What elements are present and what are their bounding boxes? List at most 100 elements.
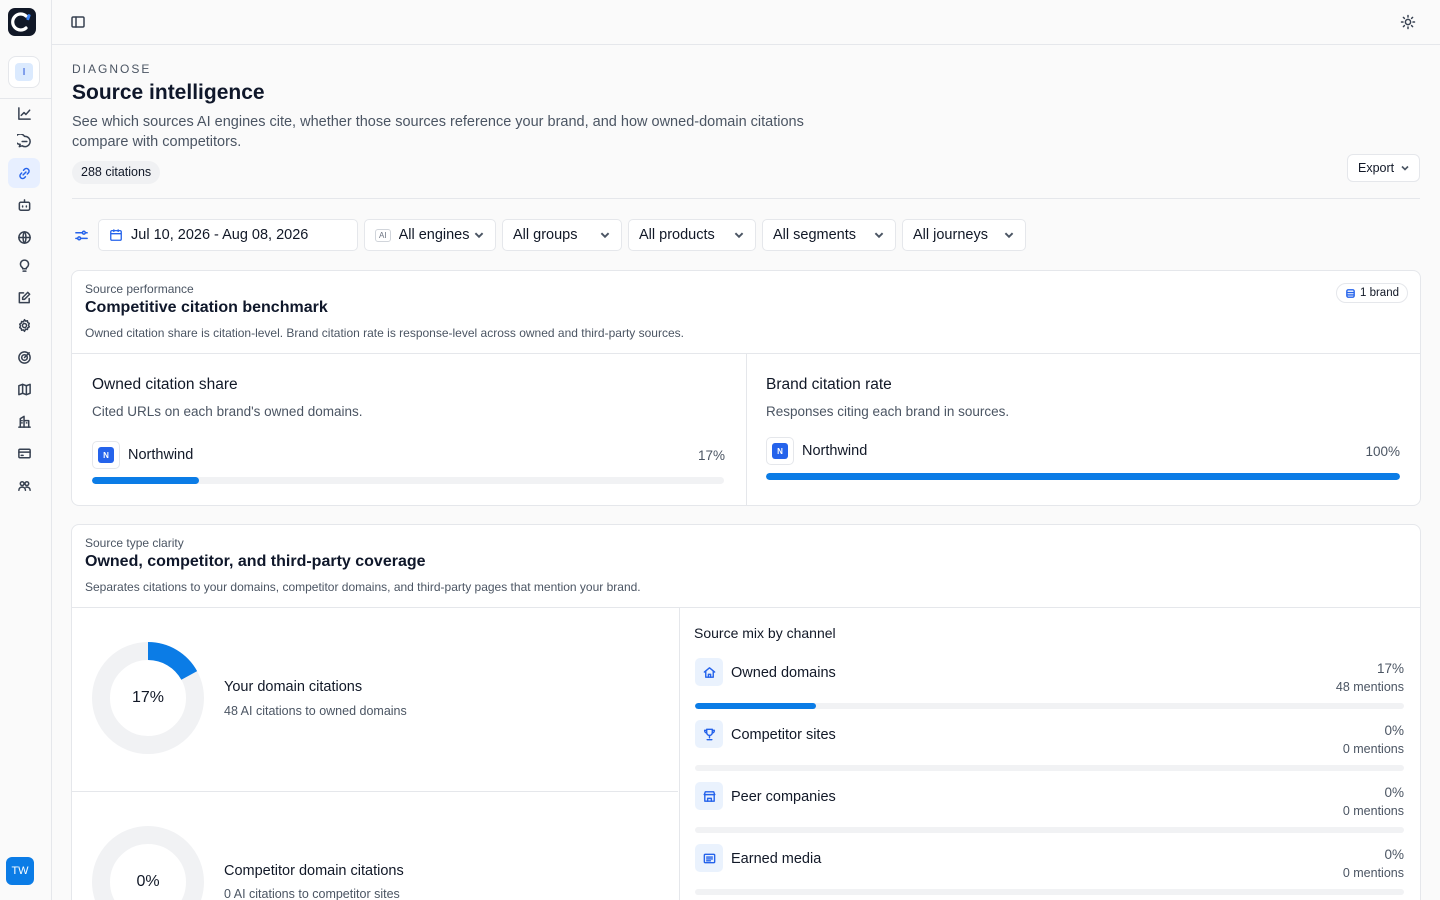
- owned-share-bar: [92, 477, 724, 484]
- chevron-down-icon: [1401, 165, 1409, 171]
- brand-initial: N: [98, 447, 114, 463]
- page-eyebrow: DIAGNOSE: [72, 62, 152, 76]
- page-title: Source intelligence: [72, 81, 265, 104]
- brand-count-label: 1 brand: [1359, 287, 1399, 299]
- newspaper-icon: [695, 844, 723, 872]
- mix-channel-pct: 0%: [1384, 785, 1404, 800]
- citation-rate-bar-fill: [766, 473, 1400, 480]
- page-description: See which sources AI engines cite, wheth…: [72, 114, 804, 150]
- top-bar: [52, 0, 1440, 45]
- coverage-description: Separates citations to your domains, com…: [85, 580, 641, 594]
- owned-share-bar-fill: [92, 477, 200, 484]
- chevron-down-icon: [474, 232, 484, 239]
- globe-icon[interactable]: [8, 222, 40, 252]
- owned-share-title: Owned citation share: [92, 376, 238, 393]
- app-logo[interactable]: [8, 8, 36, 36]
- date-range-value: Jul 10, 2026 - Aug 08, 2026: [131, 227, 309, 243]
- mix-channel-name: Earned media: [731, 851, 822, 867]
- products-select[interactable]: All products: [628, 219, 756, 251]
- segments-select[interactable]: All segments: [762, 219, 896, 251]
- date-range-picker[interactable]: Jul 10, 2026 - Aug 08, 2026: [98, 219, 358, 251]
- target-icon[interactable]: [8, 342, 40, 372]
- products-value: All products: [639, 227, 715, 243]
- brand-logo: N: [766, 437, 794, 465]
- mix-channel-bar: [695, 703, 1404, 709]
- citation-rate-bar: [766, 473, 1400, 480]
- ai-engine-icon: AI: [375, 228, 391, 242]
- link-icon[interactable]: [8, 158, 40, 188]
- citations-count-badge: 288 citations: [72, 161, 161, 184]
- mix-channel-bar-fill: [695, 703, 816, 709]
- mix-channel-count: 48 mentions: [1335, 680, 1404, 694]
- donut-title: Your domain citations: [224, 679, 363, 695]
- donut-subtitle: 48 AI citations to owned domains: [224, 704, 407, 718]
- users-icon[interactable]: [8, 470, 40, 500]
- workspace-switcher[interactable]: I: [8, 56, 40, 88]
- theme-toggle-icon[interactable]: [1400, 14, 1416, 30]
- mix-channel-count: 0 mentions: [1342, 804, 1404, 818]
- card-divider: [72, 607, 1420, 608]
- segments-value: All segments: [773, 227, 857, 243]
- brand-name: Northwind: [128, 447, 194, 463]
- donut-subtitle: 0 AI citations to competitor sites: [224, 887, 400, 900]
- building-icon[interactable]: [8, 406, 40, 436]
- citation-rate-value: 100%: [1365, 444, 1400, 459]
- citation-rate-subtitle: Responses citing each brand in sources.: [766, 404, 1010, 419]
- benchmark-title: Competitive citation benchmark: [85, 299, 328, 316]
- export-button[interactable]: Export: [1347, 154, 1420, 182]
- donut-value: 0%: [136, 873, 160, 890]
- edit-icon[interactable]: [8, 282, 40, 312]
- journeys-select[interactable]: All journeys: [902, 219, 1026, 251]
- calendar-icon: [110, 229, 122, 241]
- export-label: Export: [1358, 161, 1395, 175]
- column-divider: [746, 353, 747, 505]
- mix-channel-pct: 0%: [1384, 847, 1404, 862]
- lightbulb-icon[interactable]: [8, 250, 40, 280]
- groups-value: All groups: [513, 227, 578, 243]
- trophy-icon: [695, 720, 723, 748]
- chat-icon[interactable]: [8, 126, 40, 156]
- gear-icon[interactable]: [8, 310, 40, 340]
- mix-channel-pct: 0%: [1384, 723, 1404, 738]
- mix-channel-name: Competitor sites: [731, 727, 836, 743]
- column-divider: [679, 607, 680, 900]
- chevron-down-icon: [1004, 232, 1014, 239]
- card-icon[interactable]: [8, 438, 40, 468]
- home-icon: [695, 658, 723, 686]
- chevron-down-icon: [874, 232, 884, 239]
- coverage-eyebrow: Source type clarity: [85, 536, 184, 550]
- benchmark-card: Source performance Competitive citation …: [71, 270, 1421, 506]
- donut-value: 17%: [131, 689, 165, 706]
- brand-logo: N: [92, 441, 120, 469]
- mix-channel-count: 0 mentions: [1342, 742, 1404, 756]
- user-avatar[interactable]: TW: [6, 857, 34, 885]
- chevron-down-icon: [734, 232, 744, 239]
- brand-name: Northwind: [802, 443, 868, 459]
- mix-channel-name: Owned domains: [731, 665, 836, 681]
- map-icon[interactable]: [8, 374, 40, 404]
- mix-channel-bar: [695, 827, 1404, 833]
- robot-icon[interactable]: [8, 190, 40, 220]
- brand-count-badge[interactable]: 1 brand: [1335, 283, 1408, 303]
- mix-channel-name: Peer companies: [731, 789, 836, 805]
- mix-channel-bar: [695, 765, 1404, 771]
- owned-share-subtitle: Cited URLs on each brand's owned domains…: [92, 404, 363, 419]
- donut-title: Competitor domain citations: [224, 863, 404, 879]
- source-mix-title: Source mix by channel: [694, 625, 836, 641]
- coverage-title: Owned, competitor, and third-party cover…: [85, 553, 426, 570]
- benchmark-description: Owned citation share is citation-level. …: [85, 326, 684, 340]
- engines-select[interactable]: AI All engines: [364, 219, 496, 251]
- chart-line-icon[interactable]: [8, 98, 40, 128]
- filter-settings-icon[interactable]: [74, 228, 89, 248]
- groups-select[interactable]: All groups: [502, 219, 622, 251]
- owned-share-value: 17%: [697, 448, 725, 463]
- sidebar-toggle-icon[interactable]: [70, 14, 86, 30]
- engines-value: All engines: [398, 227, 470, 243]
- database-icon: [1346, 288, 1355, 298]
- donut-divider: [72, 791, 678, 792]
- journeys-value: All journeys: [913, 227, 988, 243]
- chevron-down-icon: [600, 232, 610, 239]
- mix-channel-count: 0 mentions: [1342, 866, 1404, 880]
- brand-initial: N: [772, 443, 788, 459]
- mix-channel-pct: 17%: [1376, 661, 1404, 676]
